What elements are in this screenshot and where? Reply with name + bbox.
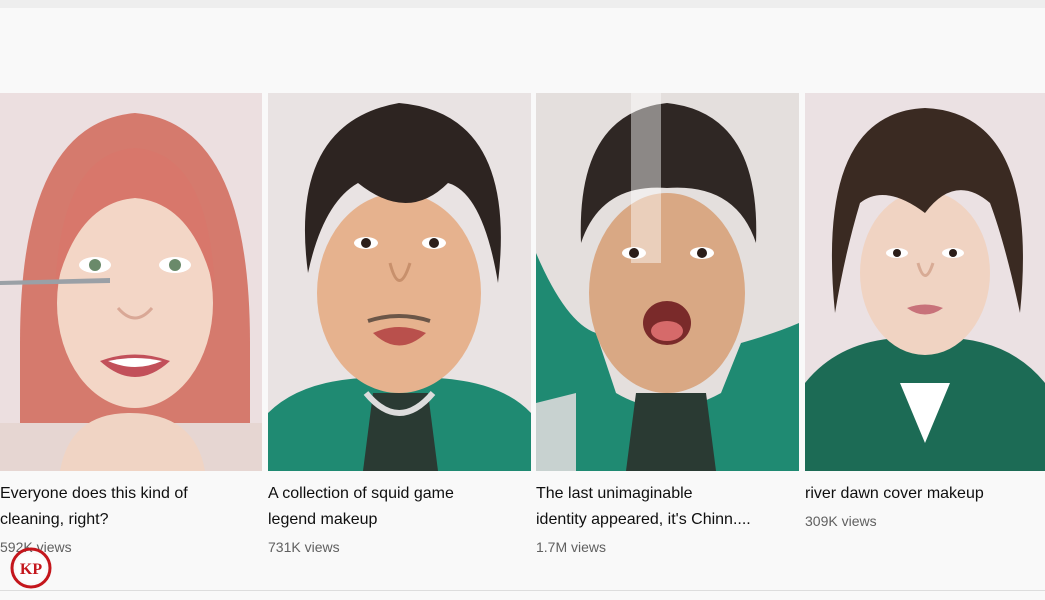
video-title-line[interactable]: identity appeared, it's Chinn.... [536,511,751,528]
video-shelf-page: Everyone does this kind of cleaning, rig… [0,0,1045,600]
video-title-line[interactable]: river dawn cover makeup [805,485,984,502]
video-card[interactable]: A collection of squid game legend makeup… [268,93,531,558]
video-card[interactable]: Everyone does this kind of cleaning, rig… [0,93,262,558]
video-title-line[interactable]: The last unimaginable [536,485,693,502]
video-title[interactable]: river dawn cover makeup [805,481,1045,507]
video-thumbnail[interactable] [0,93,262,471]
view-count: 1.7M views [536,539,607,555]
divider [0,590,1045,591]
video-title[interactable]: The last unimaginable identity appeared,… [536,481,799,533]
video-shelf: Everyone does this kind of cleaning, rig… [0,93,1045,593]
view-count: 731K views [268,539,340,555]
video-title[interactable]: A collection of squid game legend makeup [268,481,531,533]
view-count: 309K views [805,513,877,529]
video-card[interactable]: river dawn cover makeup 309K views [805,93,1045,532]
makeup-portrait-dark-hair-icon [268,93,531,471]
makeup-portrait-bob-hair-icon [805,93,1045,471]
top-band [0,0,1045,8]
video-title-line[interactable]: Everyone does this kind of [0,485,188,502]
makeup-portrait-open-mouth-icon [536,93,799,471]
video-thumbnail[interactable] [268,93,531,471]
video-thumbnail[interactable] [536,93,799,471]
kp-logo-watermark-icon: KP [10,547,52,589]
watermark-text: KP [20,561,42,578]
video-title-line[interactable]: cleaning, right? [0,511,109,528]
video-title[interactable]: Everyone does this kind of cleaning, rig… [0,481,262,533]
video-card[interactable]: The last unimaginable identity appeared,… [536,93,799,558]
video-thumbnail[interactable] [805,93,1045,471]
video-title-line[interactable]: A collection of squid game [268,485,454,502]
makeup-portrait-pink-hair-icon [0,93,262,471]
video-title-line[interactable]: legend makeup [268,511,377,528]
